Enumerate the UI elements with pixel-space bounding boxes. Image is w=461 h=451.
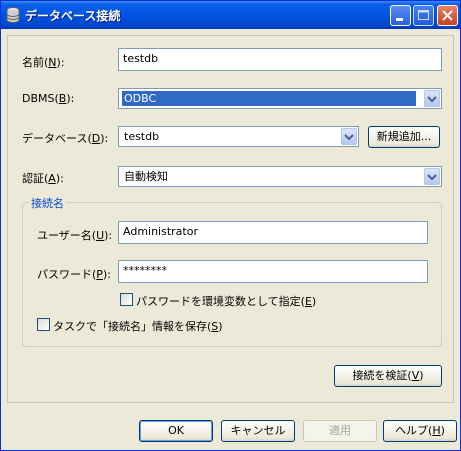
chevron-down-icon[interactable] — [424, 90, 440, 107]
window-title: データベース接続 — [25, 9, 121, 23]
maximize-button[interactable] — [413, 5, 434, 26]
auth-select[interactable]: 自動検知 — [118, 166, 442, 187]
chevron-down-icon[interactable] — [424, 168, 440, 185]
add-new-database-button[interactable]: 新規追加... — [368, 126, 440, 148]
user-label: ユーザー名(U): — [37, 229, 113, 242]
save-info-checkbox-label[interactable]: タスクで「接続名」情報を保存(S) — [53, 318, 223, 334]
auth-value: 自動検知 — [124, 170, 168, 183]
database-value: testdb — [124, 130, 160, 143]
dbms-select[interactable]: ODBC — [118, 88, 442, 109]
env-var-checkbox[interactable] — [120, 293, 133, 306]
close-button[interactable] — [437, 5, 458, 26]
minimize-button[interactable] — [390, 5, 411, 26]
name-label: 名前(N): — [22, 56, 65, 69]
ok-button[interactable]: OK — [139, 420, 213, 442]
save-info-checkbox[interactable] — [37, 318, 50, 331]
apply-button[interactable]: 適用 — [303, 420, 377, 442]
env-var-checkbox-label[interactable]: パスワードを環境変数として指定(E) — [136, 293, 316, 309]
dbms-label: DBMS(B): — [22, 92, 75, 105]
database-icon — [6, 7, 20, 23]
cancel-button[interactable]: キャンセル — [221, 420, 295, 442]
password-label: パスワード(P): — [37, 268, 111, 281]
chevron-down-icon[interactable] — [341, 128, 357, 145]
help-button[interactable]: ヘルプ(H) — [383, 420, 457, 442]
auth-label: 認証(A): — [22, 172, 64, 185]
user-input[interactable]: Administrator — [118, 221, 428, 244]
password-input[interactable]: ******** — [118, 260, 428, 283]
database-label: データベース(D): — [22, 132, 109, 145]
dbms-value: ODBC — [122, 91, 416, 106]
connection-dialog: データベース接続 名前(N): testdb DBMS(B): ODBC データ… — [0, 0, 461, 451]
title-bar[interactable]: データベース接続 — [1, 1, 460, 29]
verify-connection-button[interactable]: 接続を検証(V) — [334, 365, 442, 387]
group-title: 接続名 — [29, 195, 66, 211]
database-select[interactable]: testdb — [118, 126, 359, 147]
name-input[interactable]: testdb — [118, 48, 442, 71]
